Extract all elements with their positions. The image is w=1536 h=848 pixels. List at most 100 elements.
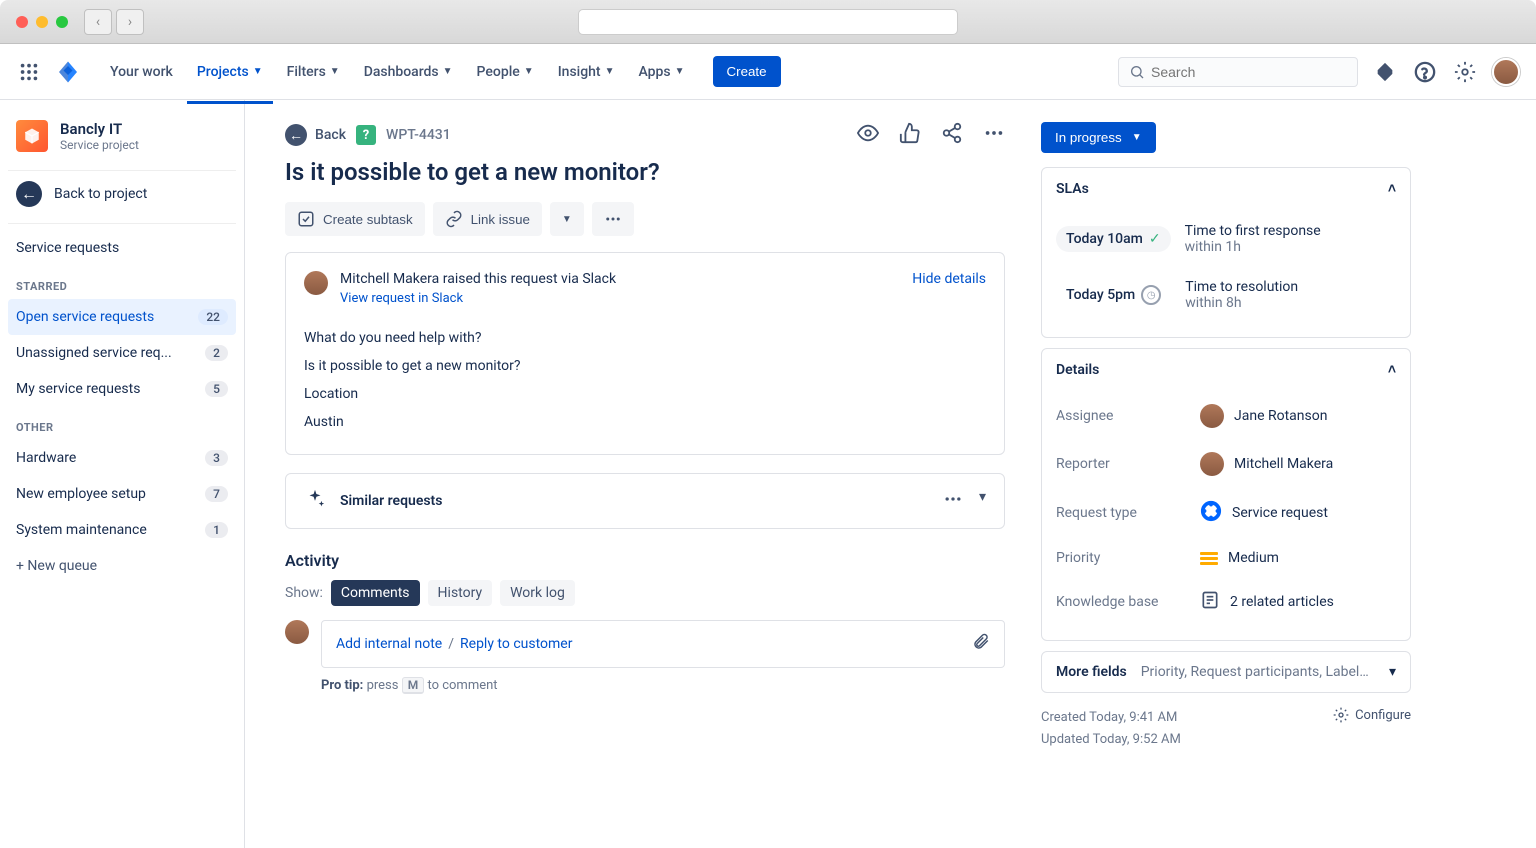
search-box[interactable]	[1118, 57, 1358, 87]
panel-title: SLAs	[1056, 181, 1089, 197]
tab-comments[interactable]: Comments	[331, 580, 420, 606]
hide-details-toggle[interactable]: Hide details	[912, 271, 986, 287]
detail-label: Knowledge base	[1056, 594, 1186, 610]
project-header[interactable]: Bancly IT Service project	[8, 116, 236, 164]
created-date: Created Today, 9:41 AM	[1041, 707, 1181, 729]
chevron-down-icon: ▼	[675, 66, 685, 77]
detail-priority[interactable]: PriorityMedium	[1056, 538, 1396, 578]
app-switcher-icon[interactable]	[16, 59, 42, 85]
more-fields-label: More fields	[1056, 664, 1127, 680]
detail-knowledge-base[interactable]: Knowledge base2 related articles	[1056, 578, 1396, 626]
issue-title[interactable]: Is it possible to get a new monitor?	[285, 158, 1005, 186]
sidebar-item-system-maintenance[interactable]: System maintenance1	[8, 512, 236, 548]
chevron-down-icon: ▼	[443, 66, 453, 77]
nav-people[interactable]: People▼	[467, 56, 544, 88]
jira-logo-icon[interactable]	[56, 60, 80, 84]
request-field-value: Austin	[304, 408, 986, 436]
more-fields-panel[interactable]: More fields Priority, Request participan…	[1041, 651, 1411, 693]
chevron-down-icon: ▼	[1132, 132, 1142, 143]
chevron-down-icon: ▾	[1389, 664, 1396, 680]
more-toolbar-button[interactable]	[592, 202, 634, 236]
issue-type-icon: ?	[356, 125, 376, 145]
reporter-avatar-icon	[304, 271, 328, 295]
add-internal-note-link[interactable]: Add internal note	[336, 636, 442, 652]
nav-apps[interactable]: Apps▼	[629, 56, 695, 88]
user-avatar[interactable]	[1492, 58, 1520, 86]
back-link[interactable]: ← Back	[285, 124, 346, 146]
sidebar-item-unassigned[interactable]: Unassigned service req...2	[8, 335, 236, 371]
similar-requests-panel[interactable]: Similar requests ▾	[285, 473, 1005, 529]
search-input[interactable]	[1151, 64, 1347, 80]
sla-within: within 8h	[1185, 295, 1241, 311]
nav-filters[interactable]: Filters▼	[277, 56, 350, 88]
pro-tip: Pro tip: press M to comment	[321, 678, 1005, 693]
close-window-icon[interactable]	[16, 16, 28, 28]
like-icon[interactable]	[899, 122, 921, 148]
top-navigation: Your work Projects▼ Filters▼ Dashboards▼…	[0, 44, 1536, 100]
sidebar-item-open-requests[interactable]: Open service requests22	[8, 299, 236, 335]
minimize-window-icon[interactable]	[36, 16, 48, 28]
link-issue-button[interactable]: Link issue	[433, 202, 542, 236]
view-in-slack-link[interactable]: View request in Slack	[340, 291, 900, 306]
sidebar-service-requests[interactable]: Service requests	[8, 230, 236, 266]
link-issue-dropdown[interactable]: ▼	[550, 202, 584, 236]
issue-key[interactable]: WPT-4431	[386, 127, 451, 143]
browser-forward-button[interactable]: ›	[116, 9, 144, 35]
nav-your-work[interactable]: Your work	[100, 56, 183, 88]
settings-icon[interactable]	[1452, 59, 1478, 85]
back-arrow-icon: ←	[16, 181, 42, 207]
new-queue-button[interactable]: + New queue	[8, 548, 236, 584]
configure-link[interactable]: Configure	[1333, 707, 1411, 723]
sidebar-item-my-requests[interactable]: My service requests5	[8, 371, 236, 407]
sla-time: Today 10am	[1066, 231, 1143, 247]
tab-history[interactable]: History	[428, 580, 493, 606]
attachment-icon[interactable]	[972, 633, 990, 655]
details-panel: Details˄ AssigneeJane Rotanson ReporterM…	[1041, 348, 1411, 641]
create-subtask-button[interactable]: Create subtask	[285, 202, 425, 236]
sidebar-item-hardware[interactable]: Hardware3	[8, 440, 236, 476]
url-bar[interactable]	[578, 9, 958, 35]
request-field-value: Is it possible to get a new monitor?	[304, 352, 986, 380]
nav-projects[interactable]: Projects▼	[187, 56, 273, 88]
more-actions-icon[interactable]	[983, 122, 1005, 148]
detail-assignee[interactable]: AssigneeJane Rotanson	[1056, 392, 1396, 440]
count-badge: 1	[205, 522, 228, 538]
sidebar-item-label: Open service requests	[16, 309, 154, 325]
slas-header[interactable]: SLAs˄	[1042, 168, 1410, 209]
detail-request-type[interactable]: Request typeService request	[1056, 488, 1396, 538]
protip-text: to comment	[427, 678, 497, 693]
protip-text: press	[367, 678, 399, 693]
protip-label: Pro tip:	[321, 678, 363, 693]
button-label: Create subtask	[323, 212, 413, 227]
sidebar-item-new-employee[interactable]: New employee setup7	[8, 476, 236, 512]
watch-icon[interactable]	[857, 122, 879, 148]
button-label: Link issue	[471, 212, 530, 227]
chevron-down-icon[interactable]: ▾	[979, 489, 986, 513]
maximize-window-icon[interactable]	[56, 16, 68, 28]
more-icon[interactable]	[943, 489, 963, 513]
count-badge: 7	[205, 486, 228, 502]
sidebar-item-label: My service requests	[16, 381, 140, 397]
project-type: Service project	[60, 138, 139, 152]
request-field-label: Location	[304, 380, 986, 408]
create-button[interactable]: Create	[713, 56, 781, 87]
help-icon[interactable]	[1412, 59, 1438, 85]
status-dropdown[interactable]: In progress▼	[1041, 122, 1156, 153]
tab-work-log[interactable]: Work log	[500, 580, 575, 606]
detail-reporter[interactable]: ReporterMitchell Makera	[1056, 440, 1396, 488]
notifications-icon[interactable]	[1372, 59, 1398, 85]
reply-to-customer-link[interactable]: Reply to customer	[460, 636, 572, 652]
browser-back-button[interactable]: ‹	[84, 9, 112, 35]
comment-input[interactable]: Add internal note / Reply to customer	[321, 620, 1005, 668]
gear-icon	[1333, 707, 1349, 723]
chevron-down-icon: ▼	[330, 66, 340, 77]
back-to-project[interactable]: ← Back to project	[8, 170, 236, 217]
nav-dashboards[interactable]: Dashboards▼	[354, 56, 463, 88]
nav-insight[interactable]: Insight▼	[548, 56, 625, 88]
detail-value: Medium	[1228, 550, 1279, 566]
search-icon	[1129, 64, 1145, 80]
chevron-down-icon: ▼	[524, 66, 534, 77]
count-badge: 3	[205, 450, 228, 466]
details-header[interactable]: Details˄	[1042, 349, 1410, 390]
share-icon[interactable]	[941, 122, 963, 148]
